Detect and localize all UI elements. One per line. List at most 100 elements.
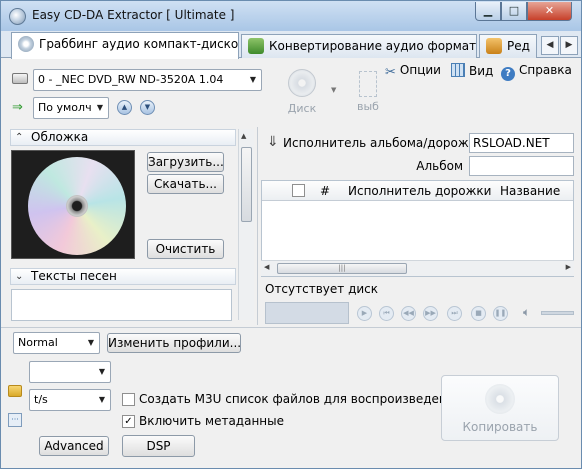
collapse-icon: ⌃: [15, 132, 24, 143]
m3u-checkbox[interactable]: [122, 393, 135, 406]
lyrics-textarea[interactable]: [11, 289, 232, 321]
minimize-button[interactable]: ▁: [475, 2, 501, 21]
tab-cd-grabbing[interactable]: Граббинг аудио компакт-дисков: [11, 32, 239, 59]
drive-select-value: 0 - _NEC DVD_RW ND-3520A 1.04: [38, 73, 224, 86]
disc-icon: [288, 69, 316, 97]
move-down-button[interactable]: ▼: [140, 100, 155, 115]
menu-help-label: Справка: [519, 63, 572, 77]
clear-cover-button[interactable]: Очистить: [147, 239, 224, 259]
m3u-label: Создать M3U список файлов для воспроизве…: [139, 392, 462, 406]
convert-icon: [248, 38, 264, 54]
edit-icon: [486, 38, 502, 54]
copy-disc-icon: [485, 384, 515, 414]
copy-button[interactable]: Копировать: [441, 375, 559, 441]
tab-edit[interactable]: Ред: [479, 34, 537, 58]
tab-label: Конвертирование аудио форматов: [269, 39, 477, 53]
metadata-checkbox[interactable]: ✓: [122, 415, 135, 428]
menu-options[interactable]: ✂ Опции: [385, 63, 441, 80]
select-button[interactable]: выб: [353, 67, 383, 117]
bitrate-value: t/s: [34, 393, 48, 406]
read-mode-select[interactable]: По умолч ▼: [33, 97, 109, 119]
fast-forward-button[interactable]: ▶▶: [423, 306, 438, 321]
load-cover-button[interactable]: Загрузить...: [147, 152, 224, 172]
disc-dropdown-arrow[interactable]: ▼: [331, 86, 336, 94]
cover-panel-header[interactable]: ⌃ Обложка: [10, 129, 236, 146]
menu-options-label: Опции: [399, 63, 441, 77]
maximize-button[interactable]: □: [501, 2, 527, 21]
tab-scroll-left-button[interactable]: ◀: [541, 36, 559, 55]
cd-grab-icon: [18, 36, 34, 52]
chevron-down-icon: ▼: [87, 338, 95, 347]
play-button[interactable]: ▶: [357, 306, 372, 321]
column-number[interactable]: #: [320, 184, 330, 198]
player-display: [265, 302, 349, 324]
track-list-header: # Исполнитель дорожки Название: [262, 181, 573, 201]
chevron-down-icon: ▼: [96, 103, 104, 112]
dsp-button[interactable]: DSP: [122, 435, 195, 457]
column-title[interactable]: Название: [500, 184, 560, 198]
lyrics-panel-header[interactable]: ⌄ Тексты песен: [10, 268, 236, 285]
copy-button-label: Копировать: [462, 420, 538, 434]
profile-value: Normal: [18, 336, 58, 349]
disc-label: Диск: [287, 102, 317, 115]
stop-button[interactable]: ■: [471, 306, 486, 321]
pane-splitter[interactable]: [257, 127, 258, 325]
grid-view-icon: [451, 63, 465, 77]
menu-view-label: Вид: [469, 64, 494, 78]
select-tracks-icon: [359, 71, 377, 97]
folder-icon: [8, 385, 22, 397]
bitrate-select[interactable]: t/s ▼: [29, 389, 111, 411]
chevron-down-icon: ▼: [98, 367, 106, 376]
cover-panel-title: Обложка: [31, 130, 89, 144]
cover-art: [11, 150, 135, 259]
format-select[interactable]: ▼: [29, 361, 111, 383]
advanced-button[interactable]: Advanced: [39, 436, 109, 456]
tab-scroll-right-button[interactable]: ▶: [560, 36, 578, 55]
menu-view[interactable]: Вид: [451, 63, 493, 78]
select-all-checkbox[interactable]: [292, 184, 305, 197]
track-list-hscrollbar[interactable]: ◀ ||| ▶: [261, 260, 574, 276]
drive-icon: [12, 73, 28, 84]
album-label: Альбом: [416, 159, 463, 173]
album-field[interactable]: [469, 156, 574, 176]
lyrics-panel-title: Тексты песен: [31, 269, 117, 283]
close-button[interactable]: ✕: [527, 2, 572, 21]
rewind-button[interactable]: ◀◀: [401, 306, 416, 321]
album-artist-field[interactable]: RSLOAD.NET: [469, 133, 574, 153]
move-up-button[interactable]: ▲: [117, 100, 132, 115]
volume-icon: 🔈︎: [523, 305, 531, 319]
skip-forward-button[interactable]: ⏭: [447, 306, 462, 321]
tab-label: Ред: [507, 39, 530, 53]
app-cd-icon: [9, 8, 26, 25]
select-label: выб: [357, 100, 379, 113]
change-profiles-button[interactable]: Изменить профили...: [107, 333, 241, 353]
tab-strip: Граббинг аудио компакт-дисков Конвертиро…: [1, 31, 581, 59]
volume-slider[interactable]: [541, 311, 574, 315]
profile-select[interactable]: Normal ▼: [13, 332, 100, 354]
section-divider: [1, 327, 581, 328]
metadata-label: Включить метаданные: [139, 414, 284, 428]
arrow-down-icon: ⇓: [267, 134, 279, 150]
column-track-artist[interactable]: Исполнитель дорожки: [348, 184, 491, 198]
title-bar[interactable]: Easy CD-DA Extractor [ Ultimate ] ▁ □ ✕: [1, 1, 581, 31]
expand-icon: ⌄: [15, 271, 24, 282]
tab-convert-formats[interactable]: Конвертирование аудио форматов: [241, 34, 477, 58]
pause-button[interactable]: ❚❚: [493, 306, 508, 321]
read-mode-value: По умолч: [38, 101, 92, 114]
window-title: Easy CD-DA Extractor [ Ultimate ]: [32, 8, 235, 22]
menu-help[interactable]: ? Справка: [501, 63, 572, 81]
tab-label: Граббинг аудио компакт-дисков: [39, 37, 239, 51]
chevron-down-icon: ▼: [249, 75, 257, 84]
player-status: Отсутствует диск: [265, 282, 379, 296]
arrow-right-icon: ⇒: [12, 100, 23, 115]
disc-button[interactable]: Диск: [283, 67, 321, 117]
skip-back-button[interactable]: ⏮: [379, 306, 394, 321]
info-icon: ···: [8, 413, 22, 427]
tools-icon: ✂: [385, 65, 396, 80]
left-pane-scrollbar[interactable]: ▲: [238, 129, 254, 320]
drive-select[interactable]: 0 - _NEC DVD_RW ND-3520A 1.04 ▼: [33, 69, 262, 91]
album-artist-label: Исполнитель альбома/дорожки: [283, 136, 484, 150]
download-cover-button[interactable]: Скачать...: [147, 174, 224, 194]
cd-image: [28, 157, 126, 255]
chevron-down-icon: ▼: [98, 395, 106, 404]
